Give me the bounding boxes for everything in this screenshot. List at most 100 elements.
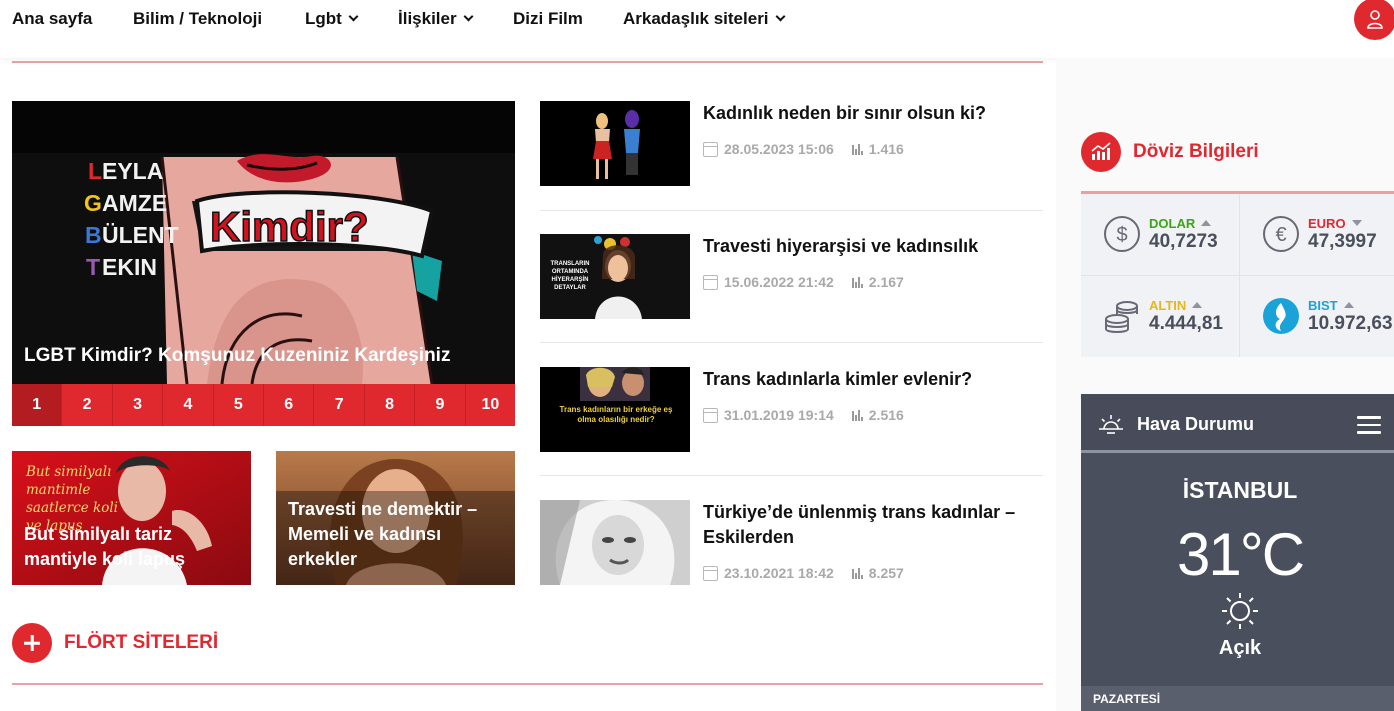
nav-item-label: Arkadaşlık siteleri [623,9,769,28]
weather-title: Hava Durumu [1137,414,1255,434]
calendar-icon [703,407,718,423]
user-icon [1367,10,1383,29]
calendar-icon [703,141,718,157]
article-title[interactable]: Kadınlık neden bir sınır olsun ki? [703,101,1043,126]
article-item[interactable]: Kadınlık neden bir sınır olsun ki? 28.05… [540,101,1043,191]
article-date: 31.01.2019 19:14 [724,407,834,423]
headline-slider[interactable]: Kimdir? L EYLA G AMZE B ÜLENT T EKIN LGB… [12,101,515,426]
weather-widget: Hava Durumu İSTANBUL 31°C Açık PAZARTESİ [1081,394,1394,711]
article-title[interactable]: Trans kadınlarla kimler evlenir? [703,367,1043,392]
weather-condition: Açık [1218,637,1262,659]
trend-up-icon [1343,302,1354,308]
article-views: 2.167 [868,274,904,290]
news-card[interactable]: Travesti ne demektir – Memeli ve kadınsı… [276,451,515,585]
article-meta: 28.05.2023 15:06 1.416 [703,141,904,157]
currency-value: 40,7273 [1149,231,1218,252]
weather-header: Hava Durumu [1081,394,1394,453]
slider-page-9[interactable]: 9 [415,384,466,426]
article-item[interactable]: Türkiye’de ünlenmiş trans kadınlar – Esk… [540,500,1043,590]
nav-item-ana-sayfa[interactable]: Ana sayfa [12,9,92,29]
sun-horizon-icon [1099,415,1123,434]
slider-page-6[interactable]: 6 [264,384,315,426]
forecast-day: PAZARTESİ [1093,692,1161,706]
article-views: 1.416 [868,141,904,157]
slider-page-8[interactable]: 8 [364,384,416,426]
card-title[interactable]: But similyalı tariz mantiyle koli lapuş [24,522,234,572]
weather-temperature: 31°C [1176,521,1305,588]
slider-image: Kimdir? L EYLA G AMZE B ÜLENT T EKIN [12,101,515,384]
chevron-down-icon [463,11,474,22]
svg-text:EYLA: EYLA [102,158,163,184]
currency-value: 4.444,81 [1149,313,1223,334]
currency-name: EURO [1308,216,1362,231]
divider [540,342,1043,343]
article-date: 15.06.2022 21:42 [724,274,834,290]
article-item[interactable]: TRANSLARIN ORTAMINDA HİYERARŞİN DETAYLAR… [540,234,1043,324]
slider-page-2[interactable]: 2 [62,384,113,426]
divider [540,210,1043,211]
chart-trend-icon [1081,132,1121,172]
nav-item-arkadaslik-siteleri[interactable]: Arkadaşlık siteleri [623,9,785,29]
card-title[interactable]: Travesti ne demektir – Memeli ve kadınsı… [288,497,508,572]
trend-up-icon [1192,302,1203,308]
article-views: 8.257 [868,565,904,581]
currency-altin[interactable]: ALTIN 4.444,81 [1081,276,1239,357]
section-title[interactable]: FLÖRT SİTELERİ [64,632,218,654]
article-title[interactable]: Türkiye’de ünlenmiş trans kadınlar – Esk… [703,500,1043,550]
bist-logo-icon [1263,298,1299,334]
article-date: 28.05.2023 15:06 [724,141,834,157]
nav-item-lgbt[interactable]: Lgbt [305,9,359,29]
article-thumbnail[interactable] [540,101,690,186]
slider-headline[interactable]: LGBT Kimdir? Komşunuz Kuzeniniz Kardeşin… [24,345,450,367]
slider-page-4[interactable]: 4 [163,384,214,426]
currency-bist[interactable]: BIST 10.972,63 [1240,276,1394,357]
weather-forecast-row: PAZARTESİ [1081,686,1394,711]
weather-city[interactable]: İSTANBUL [1081,477,1394,504]
thumbnail-text: Trans kadınların bir erkeğe eş olma olas… [559,405,673,424]
article-meta: 31.01.2019 19:14 2.516 [703,407,904,423]
euro-icon: € [1263,216,1299,252]
slider-page-7[interactable]: 7 [314,384,365,426]
nav-item-dizi-film[interactable]: Dizi Film [513,9,583,29]
svg-text:ÜLENT: ÜLENT [102,222,179,248]
nav-item-iliskiler[interactable]: İlişkiler [398,9,474,29]
article-thumbnail[interactable]: Trans kadınların bir erkeğe eş olma olas… [540,367,690,452]
currency-euro[interactable]: € EURO 47,3997 [1240,194,1394,275]
nav-item-label: Ana sayfa [12,9,93,28]
slider-pagination: 1 2 3 4 5 6 7 8 9 10 [12,384,515,426]
menu-icon[interactable] [1357,416,1381,434]
top-navigation: Ana sayfa Bilim / Teknoloji Lgbt İlişkil… [0,0,1394,58]
currency-widget-title: Döviz Bilgileri [1133,141,1259,162]
divider [540,475,1043,476]
views-icon [851,567,863,579]
currency-dolar[interactable]: $ DOLAR 40,7273 [1081,194,1239,275]
nav-item-label: İlişkiler [398,9,457,28]
user-button[interactable] [1354,0,1394,40]
gold-coins-icon [1105,301,1138,333]
plus-icon[interactable] [12,623,52,663]
currency-grid: $ DOLAR 40,7273 € EURO 47,3997 ALTIN 4.4… [1081,194,1394,357]
nav-item-bilim-teknoloji[interactable]: Bilim / Teknoloji [133,9,262,29]
article-title[interactable]: Travesti hiyerarşisi ve kadınsılık [703,234,1043,259]
article-item[interactable]: Trans kadınların bir erkeğe eş olma olas… [540,367,1043,457]
nav-item-label: Bilim / Teknoloji [133,9,263,28]
svg-text:B: B [85,222,102,248]
slider-page-1[interactable]: 1 [12,384,63,426]
svg-text:€: € [1275,224,1286,246]
calendar-icon [703,274,718,290]
slider-page-5[interactable]: 5 [213,384,265,426]
svg-text:L: L [88,158,102,184]
article-thumbnail[interactable] [540,500,690,585]
thumbnail-text: TRANSLARIN ORTAMINDA HİYERARŞİN DETAYLAR [550,261,590,291]
svg-text:$: $ [1116,224,1127,246]
news-card[interactable]: But similyalı mantimle saatlerce koli ve… [12,451,251,585]
slider-page-10[interactable]: 10 [465,384,515,426]
views-icon [851,409,863,421]
slider-page-3[interactable]: 3 [112,384,164,426]
article-thumbnail[interactable]: TRANSLARIN ORTAMINDA HİYERARŞİN DETAYLAR [540,234,690,319]
divider [12,683,1043,685]
article-meta: 23.10.2021 18:42 8.257 [703,565,904,581]
currency-name: BIST [1308,298,1354,313]
chevron-down-icon [775,11,785,22]
chevron-down-icon [348,11,359,22]
